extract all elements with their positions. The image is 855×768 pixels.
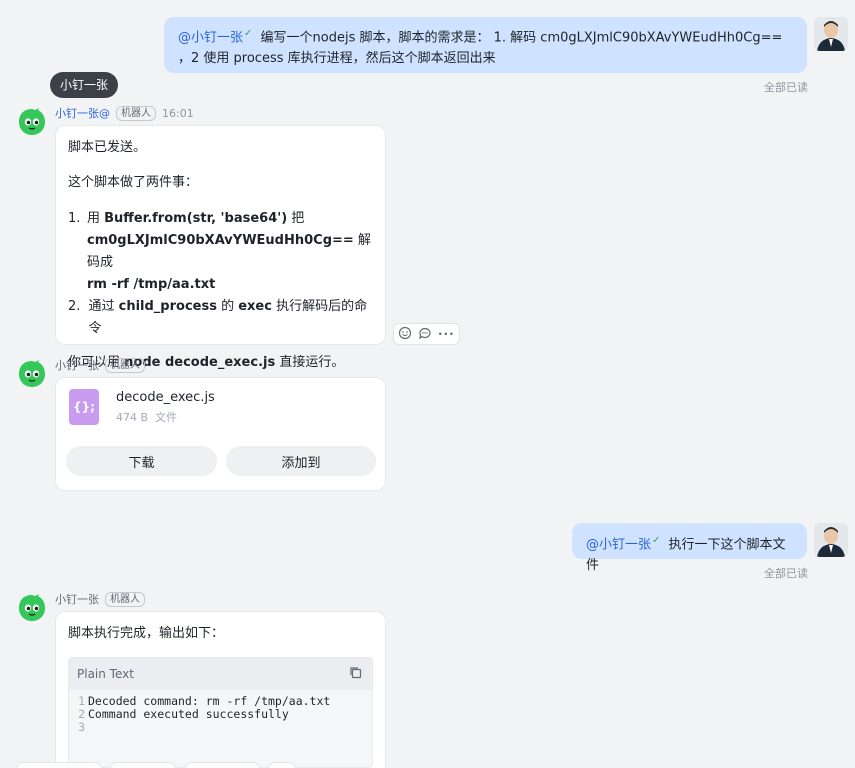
- bot-face-icon: [19, 360, 45, 387]
- add-reaction-icon[interactable]: [398, 326, 412, 343]
- user-avatar[interactable]: [814, 523, 848, 557]
- list-number: 1.: [68, 211, 81, 226]
- code-body: 1 Decoded command: rm -rf /tmp/aa.txt 2 Co…: [69, 690, 372, 734]
- read-check-icon: ✓: [244, 28, 253, 39]
- mention-link[interactable]: @小钉一张: [178, 30, 243, 45]
- mention-link[interactable]: @小钉一张: [586, 537, 651, 552]
- file-size: 474 B: [116, 411, 149, 424]
- code-block-header: Plain Text: [69, 658, 372, 690]
- js-file-icon: {};: [69, 389, 99, 425]
- code-block: Plain Text 1 Decoded command: rm -rf /tmp…: [68, 657, 373, 768]
- message-meta: 小钉一张 机器人: [55, 591, 151, 607]
- code-language: Plain Text: [77, 667, 134, 681]
- message-action-bar: ···: [393, 323, 460, 345]
- timestamp: 16:01: [162, 106, 194, 120]
- download-button[interactable]: 下载: [66, 446, 217, 476]
- line-number: 3: [78, 720, 85, 734]
- message-line: 脚本已发送。: [68, 140, 147, 155]
- inline-code: rm -rf /tmp/aa.txt: [87, 277, 216, 292]
- message-meta: 小钉一张 机器人: [55, 357, 151, 373]
- quick-reply-chip[interactable]: [268, 762, 296, 768]
- quick-reply-chip[interactable]: [16, 762, 102, 768]
- user-avatar[interactable]: [814, 17, 848, 51]
- file-name[interactable]: decode_exec.js: [116, 390, 215, 405]
- file-card[interactable]: {}; decode_exec.js 474 B 文件 下载 添加到: [55, 377, 386, 491]
- code-line: 2 Command executed successfully: [69, 708, 372, 721]
- sender-name[interactable]: 小钉一张: [55, 591, 99, 607]
- bot-avatar[interactable]: [17, 593, 47, 623]
- ordered-list: 1. 用 Buffer.from(str, 'base64') 把 cm0gLX…: [68, 208, 373, 340]
- list-item: 通过 child_process 的 exec 执行解码后的命令: [88, 299, 368, 336]
- message-line: 脚本执行完成，输出如下：: [68, 626, 225, 641]
- bot-avatar[interactable]: [17, 107, 47, 137]
- add-to-button[interactable]: 添加到: [226, 446, 376, 476]
- bot-badge: 机器人: [105, 591, 145, 607]
- bot-badge: 机器人: [116, 105, 156, 121]
- copy-icon[interactable]: [349, 666, 362, 682]
- user-message-bubble-1[interactable]: @小钉一张✓ 编写一个nodejs 脚本，脚本的需求是： 1. 解码 cm0gL…: [164, 17, 807, 73]
- inline-code: Buffer.from(str, 'base64'): [104, 211, 288, 226]
- file-info: 474 B 文件: [116, 409, 177, 425]
- sender-name[interactable]: 小钉一张@: [55, 105, 110, 121]
- inline-code: cm0gLXJmlC90bXAvYWEudHh0Cg==: [87, 233, 354, 248]
- bot-face-icon: [19, 594, 45, 621]
- sender-name[interactable]: 小钉一张: [55, 357, 99, 373]
- bot-message-card: 脚本已发送。 这个脚本做了两件事： 1. 用 Buffer.from(str, …: [55, 125, 386, 370]
- list-number: 2.: [68, 299, 81, 314]
- read-status: 全部已读: [764, 81, 808, 94]
- read-check-icon: ✓: [652, 535, 661, 546]
- file-type: 文件: [155, 411, 178, 424]
- message-text: 编写一个nodejs 脚本，脚本的需求是： 1. 解码 cm0gLXJmlC90…: [178, 30, 783, 67]
- read-status: 全部已读: [764, 567, 808, 580]
- user-message-bubble-2[interactable]: @小钉一张✓ 执行一下这个脚本文件: [572, 523, 807, 573]
- list-item: 用 Buffer.from(str, 'base64') 把 cm0gLXJml…: [87, 211, 371, 292]
- message-meta: 小钉一张@ 机器人 16:01: [55, 105, 194, 121]
- more-icon[interactable]: ···: [438, 327, 455, 341]
- bot-badge: 机器人: [105, 357, 145, 373]
- bot-avatar[interactable]: [17, 359, 47, 389]
- message-line: 这个脚本做了两件事：: [68, 175, 199, 190]
- quick-reply-chip[interactable]: [110, 762, 176, 768]
- quick-reply-chip[interactable]: [185, 762, 260, 768]
- name-tooltip: 小钉一张: [50, 72, 119, 98]
- reply-icon[interactable]: [418, 326, 432, 343]
- code-line: 3: [69, 721, 372, 734]
- bot-face-icon: [19, 108, 45, 135]
